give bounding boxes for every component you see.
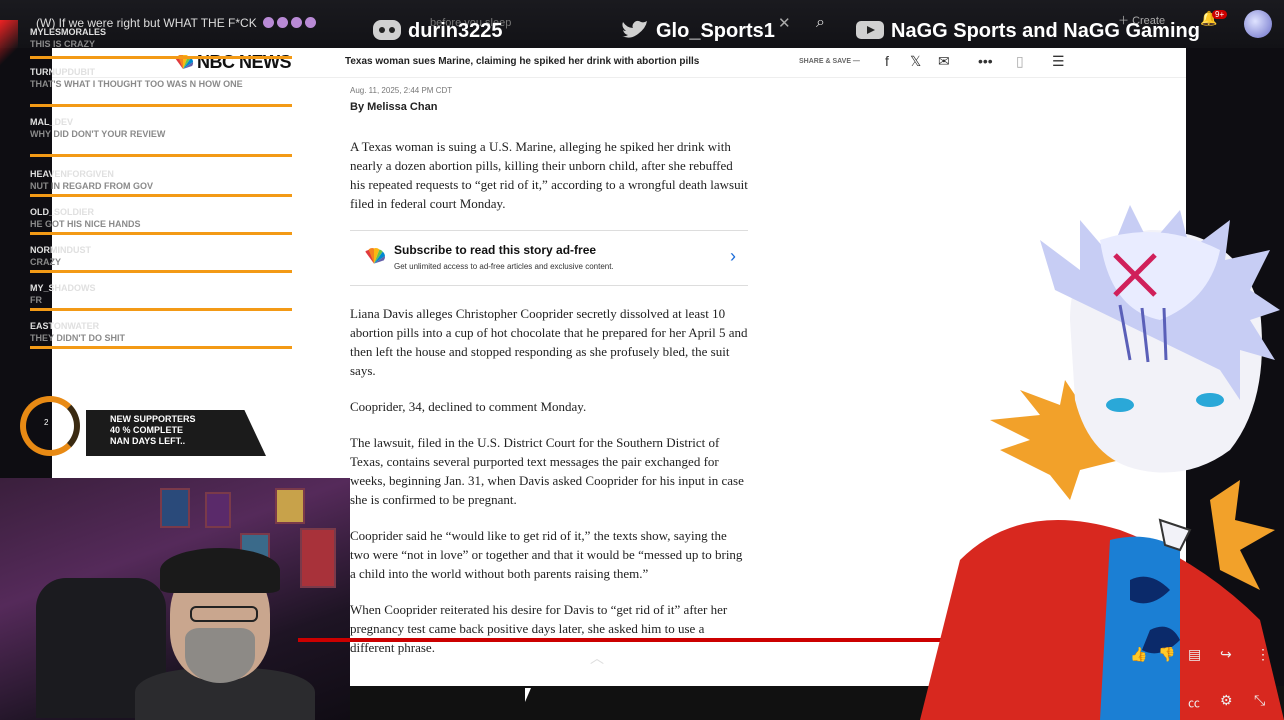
menu-icon[interactable]: ☰ [1052, 53, 1065, 70]
chat-message: EASTONWATER THEY DIDN'T DO SHIT [30, 320, 292, 344]
goal-line: NAN DAYS LEFT.. [110, 436, 186, 446]
emote-icon [305, 17, 317, 28]
chat-message: MAL_DEV WHY DID DON'T YOUR REVIEW [30, 116, 292, 140]
bookmark-icon[interactable]: ▯ [1016, 53, 1024, 70]
chat-username: NORMINDUST [30, 245, 91, 255]
page-headline: Texas woman sues Marine, claiming he spi… [345, 56, 700, 67]
chat-message: MYLESMORALES THIS IS CRAZY [30, 26, 292, 50]
divider [30, 346, 292, 349]
wall-poster [205, 492, 231, 528]
webcam-feed [0, 478, 350, 720]
more-vert-icon[interactable]: ⋮ [1256, 646, 1270, 663]
create-button[interactable]: ＋ Create [1118, 12, 1165, 28]
youtube-icon [856, 21, 884, 39]
subscribe-banner[interactable]: Subscribe to read this story ad-free Get… [350, 230, 748, 286]
divider [30, 154, 292, 157]
article-paragraph: Liana Davis alleges Christopher Coopride… [350, 306, 748, 378]
notification-badge: 9+ [1212, 10, 1228, 19]
chevron-up-icon[interactable]: ︿ [590, 648, 604, 668]
mail-icon[interactable]: ✉ [938, 53, 950, 70]
divider [30, 232, 292, 235]
captions-icon[interactable]: ㏄ [1188, 694, 1200, 711]
chat-message: OLD_SOLDIER HE GOT HIS NICE HANDS [30, 206, 292, 230]
chat-username: MAL_DEV [30, 117, 74, 127]
chat-username: OLD_SOLDIER [30, 207, 95, 217]
article-body: Aug. 11, 2025, 2:44 PM CDT By Melissa Ch… [350, 86, 748, 674]
goal-ring-value: 2 [44, 418, 49, 427]
search-icon[interactable]: ⌕ [816, 14, 825, 32]
share-icon[interactable]: ↪ [1220, 646, 1232, 663]
corner-accent [0, 20, 18, 68]
chat-text: THIS IS CRAZY [30, 39, 96, 49]
twitter-handle: Glo_Sports1 [620, 18, 775, 43]
subscribe-text: Get unlimited access to ad-free articles… [394, 262, 614, 271]
close-icon[interactable]: ✕ [778, 14, 791, 32]
article-paragraph: Cooprider, 34, declined to comment Monda… [350, 399, 587, 414]
exit-fullscreen-icon[interactable]: ⤡ [1254, 692, 1265, 709]
discord-handle: durin3225 [372, 18, 502, 43]
chevron-right-icon[interactable]: › [730, 246, 736, 267]
chat-username: HEAVENFORGIVEN [30, 169, 114, 179]
divider [30, 56, 292, 59]
article-byline[interactable]: By Melissa Chan [350, 101, 748, 113]
settings-icon[interactable]: ⚙ [1220, 692, 1233, 709]
twitter-name: Glo_Sports1 [656, 20, 775, 42]
goal-progress-ring: 2 [20, 396, 80, 456]
stream-scene: NBC NEWS Texas woman sues Marine, claimi… [0, 0, 1284, 720]
discord-name: durin3225 [408, 20, 503, 42]
streamer-glasses [190, 606, 258, 622]
chat-username: TURNUPDUBIT [30, 67, 95, 77]
wall-poster [300, 528, 336, 588]
supporter-goal-widget: 2 NEW SUPPORTERS 40 % COMPLETE NAN DAYS … [10, 396, 280, 458]
vtuber-avatar [920, 205, 1284, 720]
article-paragraph: When Cooprider reiterated his desire for… [350, 602, 728, 655]
chat-text: CRAZY [30, 257, 61, 267]
chat-message: HEAVENFORGIVEN NUT IN REGARD FROM GOV [30, 168, 292, 192]
share-label: SHARE & SAVE — [799, 58, 860, 65]
chat-message: MY_SHADOWS FR [30, 282, 292, 306]
article-date: Aug. 11, 2025, 2:44 PM CDT [350, 86, 453, 95]
chat-text: HE GOT HIS NICE HANDS [30, 219, 141, 229]
wall-poster [160, 488, 190, 528]
article-paragraph: The lawsuit, filed in the U.S. District … [350, 435, 744, 507]
chat-text: WHY DID DON'T YOUR REVIEW [30, 129, 166, 139]
chat-message: NORMINDUST CRAZY [30, 244, 292, 268]
wall-poster [275, 488, 305, 524]
facebook-icon[interactable]: f [885, 53, 889, 69]
emote-icon [291, 17, 303, 28]
comment-icon[interactable]: ▤ [1188, 646, 1201, 663]
chat-overlay: MYLESMORALES THIS IS CRAZY TURNUPDUBIT THA… [18, 12, 292, 352]
subscribe-title: Subscribe to read this story ad-free [394, 243, 597, 257]
chat-username: MY_SHADOWS [30, 283, 96, 293]
divider [30, 104, 292, 107]
chat-text: NUT IN REGARD FROM GOV [30, 181, 153, 191]
chat-text: FR [30, 295, 42, 305]
divider [30, 194, 292, 197]
divider [30, 270, 292, 273]
x-icon[interactable]: 𝕏 [910, 53, 921, 70]
article-paragraph: Cooprider said he “would like to get rid… [350, 528, 743, 581]
goal-line: 40 % COMPLETE [110, 425, 184, 435]
twitter-bird-icon [622, 20, 647, 38]
like-icon[interactable]: 👍 [1130, 646, 1147, 663]
chat-username: EASTONWATER [30, 321, 100, 331]
streamer-beard [185, 628, 255, 683]
mouse-cursor [525, 688, 537, 702]
avatar[interactable] [1244, 10, 1272, 38]
streamer-cap [160, 548, 280, 593]
chat-text: THAT'S WHAT I THOUGHT TOO WAS N HOW ONE [30, 79, 243, 89]
chat-text: THEY DIDN'T DO SHIT [30, 333, 125, 343]
chat-message: TURNUPDUBIT THAT'S WHAT I THOUGHT TOO WAS… [30, 66, 292, 90]
more-icon[interactable]: ••• [978, 53, 993, 69]
chat-username: MYLESMORALES [30, 27, 107, 37]
divider [30, 308, 292, 311]
article-paragraph: A Texas woman is suing a U.S. Marine, al… [350, 139, 748, 211]
discord-icon [373, 20, 401, 40]
peacock-icon [365, 248, 385, 264]
dislike-icon[interactable]: 👎 [1158, 646, 1175, 663]
goal-line: NEW SUPPORTERS [110, 414, 196, 424]
create-label: Create [1132, 15, 1166, 27]
